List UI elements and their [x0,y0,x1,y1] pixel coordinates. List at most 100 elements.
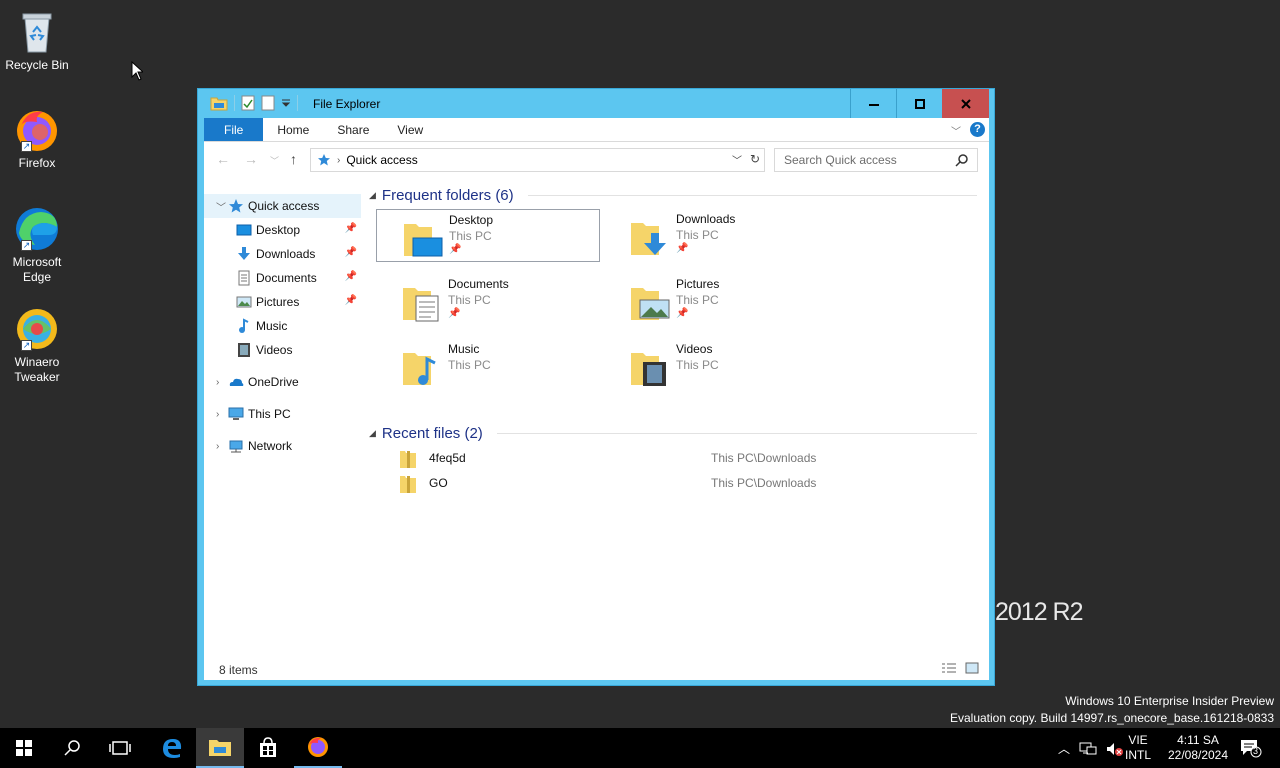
action-center-button[interactable]: 3 [1240,738,1262,761]
input-language-indicator[interactable]: VIE INTL [1125,733,1151,763]
tray-icons: ︿ [1058,740,1124,757]
nav-desktop[interactable]: Desktop 📌 [204,218,361,242]
pin-icon: 📌 [676,243,689,254]
tab-view[interactable]: View [383,118,437,141]
search-button[interactable] [48,728,96,768]
taskbar-file-explorer[interactable] [196,728,244,768]
clock-time: 4:11 SA [1177,733,1219,747]
taskbar: ︿ VIE INTL 4:11 SA 22/08/2024 3 [0,728,1280,768]
address-bar[interactable]: › Quick access ﹀ ↻ [310,148,765,172]
pictures-folder-icon [631,288,670,320]
volume-muted-icon[interactable] [1106,741,1124,757]
notification-icon [1241,740,1262,758]
videos-folder-icon [631,353,666,386]
desktop-icon-label: Microsoft Edge [12,255,62,284]
store-icon [260,737,276,757]
firefox-icon: ↗ [13,106,61,154]
tab-share[interactable]: Share [323,118,383,141]
os-watermark: 2012 R2 [995,598,1084,626]
navigation-pane: ﹀ Quick access Desktop 📌 Downloads 📌 Doc… [204,194,361,664]
expand-chevron-icon[interactable]: › [216,377,228,388]
view-switcher [941,662,979,674]
desktop-icon-label: Firefox [18,156,56,170]
up-button[interactable]: ↑ [290,151,297,167]
section-divider [527,194,977,196]
winaero-icon: ↗ [13,305,61,353]
explorer-body: File Home Share View ﹀ ? ← → ﹀ ↑ › Quick… [204,118,989,680]
folder-tile-downloads[interactable]: Downloads This PC 📌 [604,209,828,262]
title-bar[interactable]: File Explorer [198,89,994,119]
nav-quick-access[interactable]: ﹀ Quick access [204,194,361,218]
edge-icon: ↗ [13,205,61,253]
desktop-icon-recycle-bin[interactable]: Recycle Bin [4,8,70,73]
nav-documents[interactable]: Documents 📌 [204,266,361,290]
music-folder-icon [403,353,436,385]
customize-toolbar-icon[interactable] [281,98,291,108]
tab-home[interactable]: Home [263,118,323,141]
folder-tile-desktop[interactable]: Desktop This PC 📌 [376,209,600,262]
pin-icon: 📌 [344,271,357,282]
task-view-button[interactable] [96,728,144,768]
recent-locations-button[interactable]: ﹀ [270,154,279,167]
zip-file-icon [400,451,416,468]
desktop-icon-winaero[interactable]: ↗ Winaero Tweaker [4,305,70,385]
expand-chevron-icon[interactable]: › [216,409,228,420]
nav-label: Documents [256,271,317,285]
search-input[interactable] [784,153,954,167]
folder-tile-music[interactable]: Music This PC [376,339,600,392]
large-icons-view-icon[interactable] [965,662,979,674]
pin-icon: 📌 [344,247,357,258]
recent-file-row[interactable]: GO This PC\Downloads [399,472,979,494]
folder-tile-pictures[interactable]: Pictures This PC 📌 [604,274,828,327]
taskbar-firefox[interactable] [294,728,342,768]
toolbar-separator [297,95,298,111]
nav-this-pc[interactable]: › This PC [204,402,361,426]
collapse-chevron-icon[interactable]: ﹀ [216,199,228,214]
recent-file-row[interactable]: 4feq5d This PC\Downloads [399,447,979,469]
address-dropdown-icon[interactable]: ﹀ [732,152,742,167]
nav-network[interactable]: › Network [204,434,361,458]
nav-downloads[interactable]: Downloads 📌 [204,242,361,266]
expand-chevron-icon[interactable]: › [216,441,228,452]
breadcrumb-separator-icon: › [337,154,341,166]
desktop-icon-label: Recycle Bin [5,58,69,72]
network-status-icon[interactable] [1079,741,1097,757]
clock[interactable]: 4:11 SA 22/08/2024 [1163,733,1233,763]
help-icon[interactable]: ? [970,122,985,137]
nav-pictures[interactable]: Pictures 📌 [204,290,361,314]
refresh-icon[interactable]: ↻ [750,152,760,167]
nav-music[interactable]: Music [204,314,361,338]
downloads-icon [238,247,250,260]
start-button[interactable] [0,728,48,768]
minimize-icon [868,103,879,106]
nav-videos[interactable]: Videos [204,338,361,362]
back-button[interactable]: ← [216,151,230,167]
quick-access-star-icon [229,199,243,213]
quick-access-star-icon [318,154,330,166]
folder-icon[interactable] [210,95,228,111]
desktop-icon-firefox[interactable]: ↗ Firefox [4,106,70,171]
minimize-button[interactable] [850,89,896,118]
folder-tile-documents[interactable]: Documents This PC 📌 [376,274,600,327]
frequent-folders-header[interactable]: ◢ Frequent folders (6) [369,185,977,205]
search-icon [64,740,80,756]
maximize-button[interactable] [896,89,942,118]
show-hidden-icons-chevron-icon[interactable]: ︿ [1058,740,1070,757]
folder-location: This PC [676,228,719,242]
recent-files-header[interactable]: ◢ Recent files (2) [369,423,977,443]
new-folder-icon[interactable] [261,95,275,111]
tab-file[interactable]: File [204,118,264,141]
close-button[interactable] [942,89,989,118]
nav-onedrive[interactable]: › OneDrive [204,370,361,394]
properties-icon[interactable] [241,95,255,111]
expand-ribbon-icon[interactable]: ﹀ [951,123,961,138]
taskbar-edge[interactable] [148,728,196,768]
details-view-icon[interactable] [941,662,957,674]
taskbar-store[interactable] [244,728,292,768]
folder-tile-videos[interactable]: Videos This PC [604,339,828,392]
desktop-icon-edge[interactable]: ↗ Microsoft Edge [4,205,70,285]
search-box[interactable] [774,148,978,172]
forward-button[interactable]: → [244,151,258,167]
